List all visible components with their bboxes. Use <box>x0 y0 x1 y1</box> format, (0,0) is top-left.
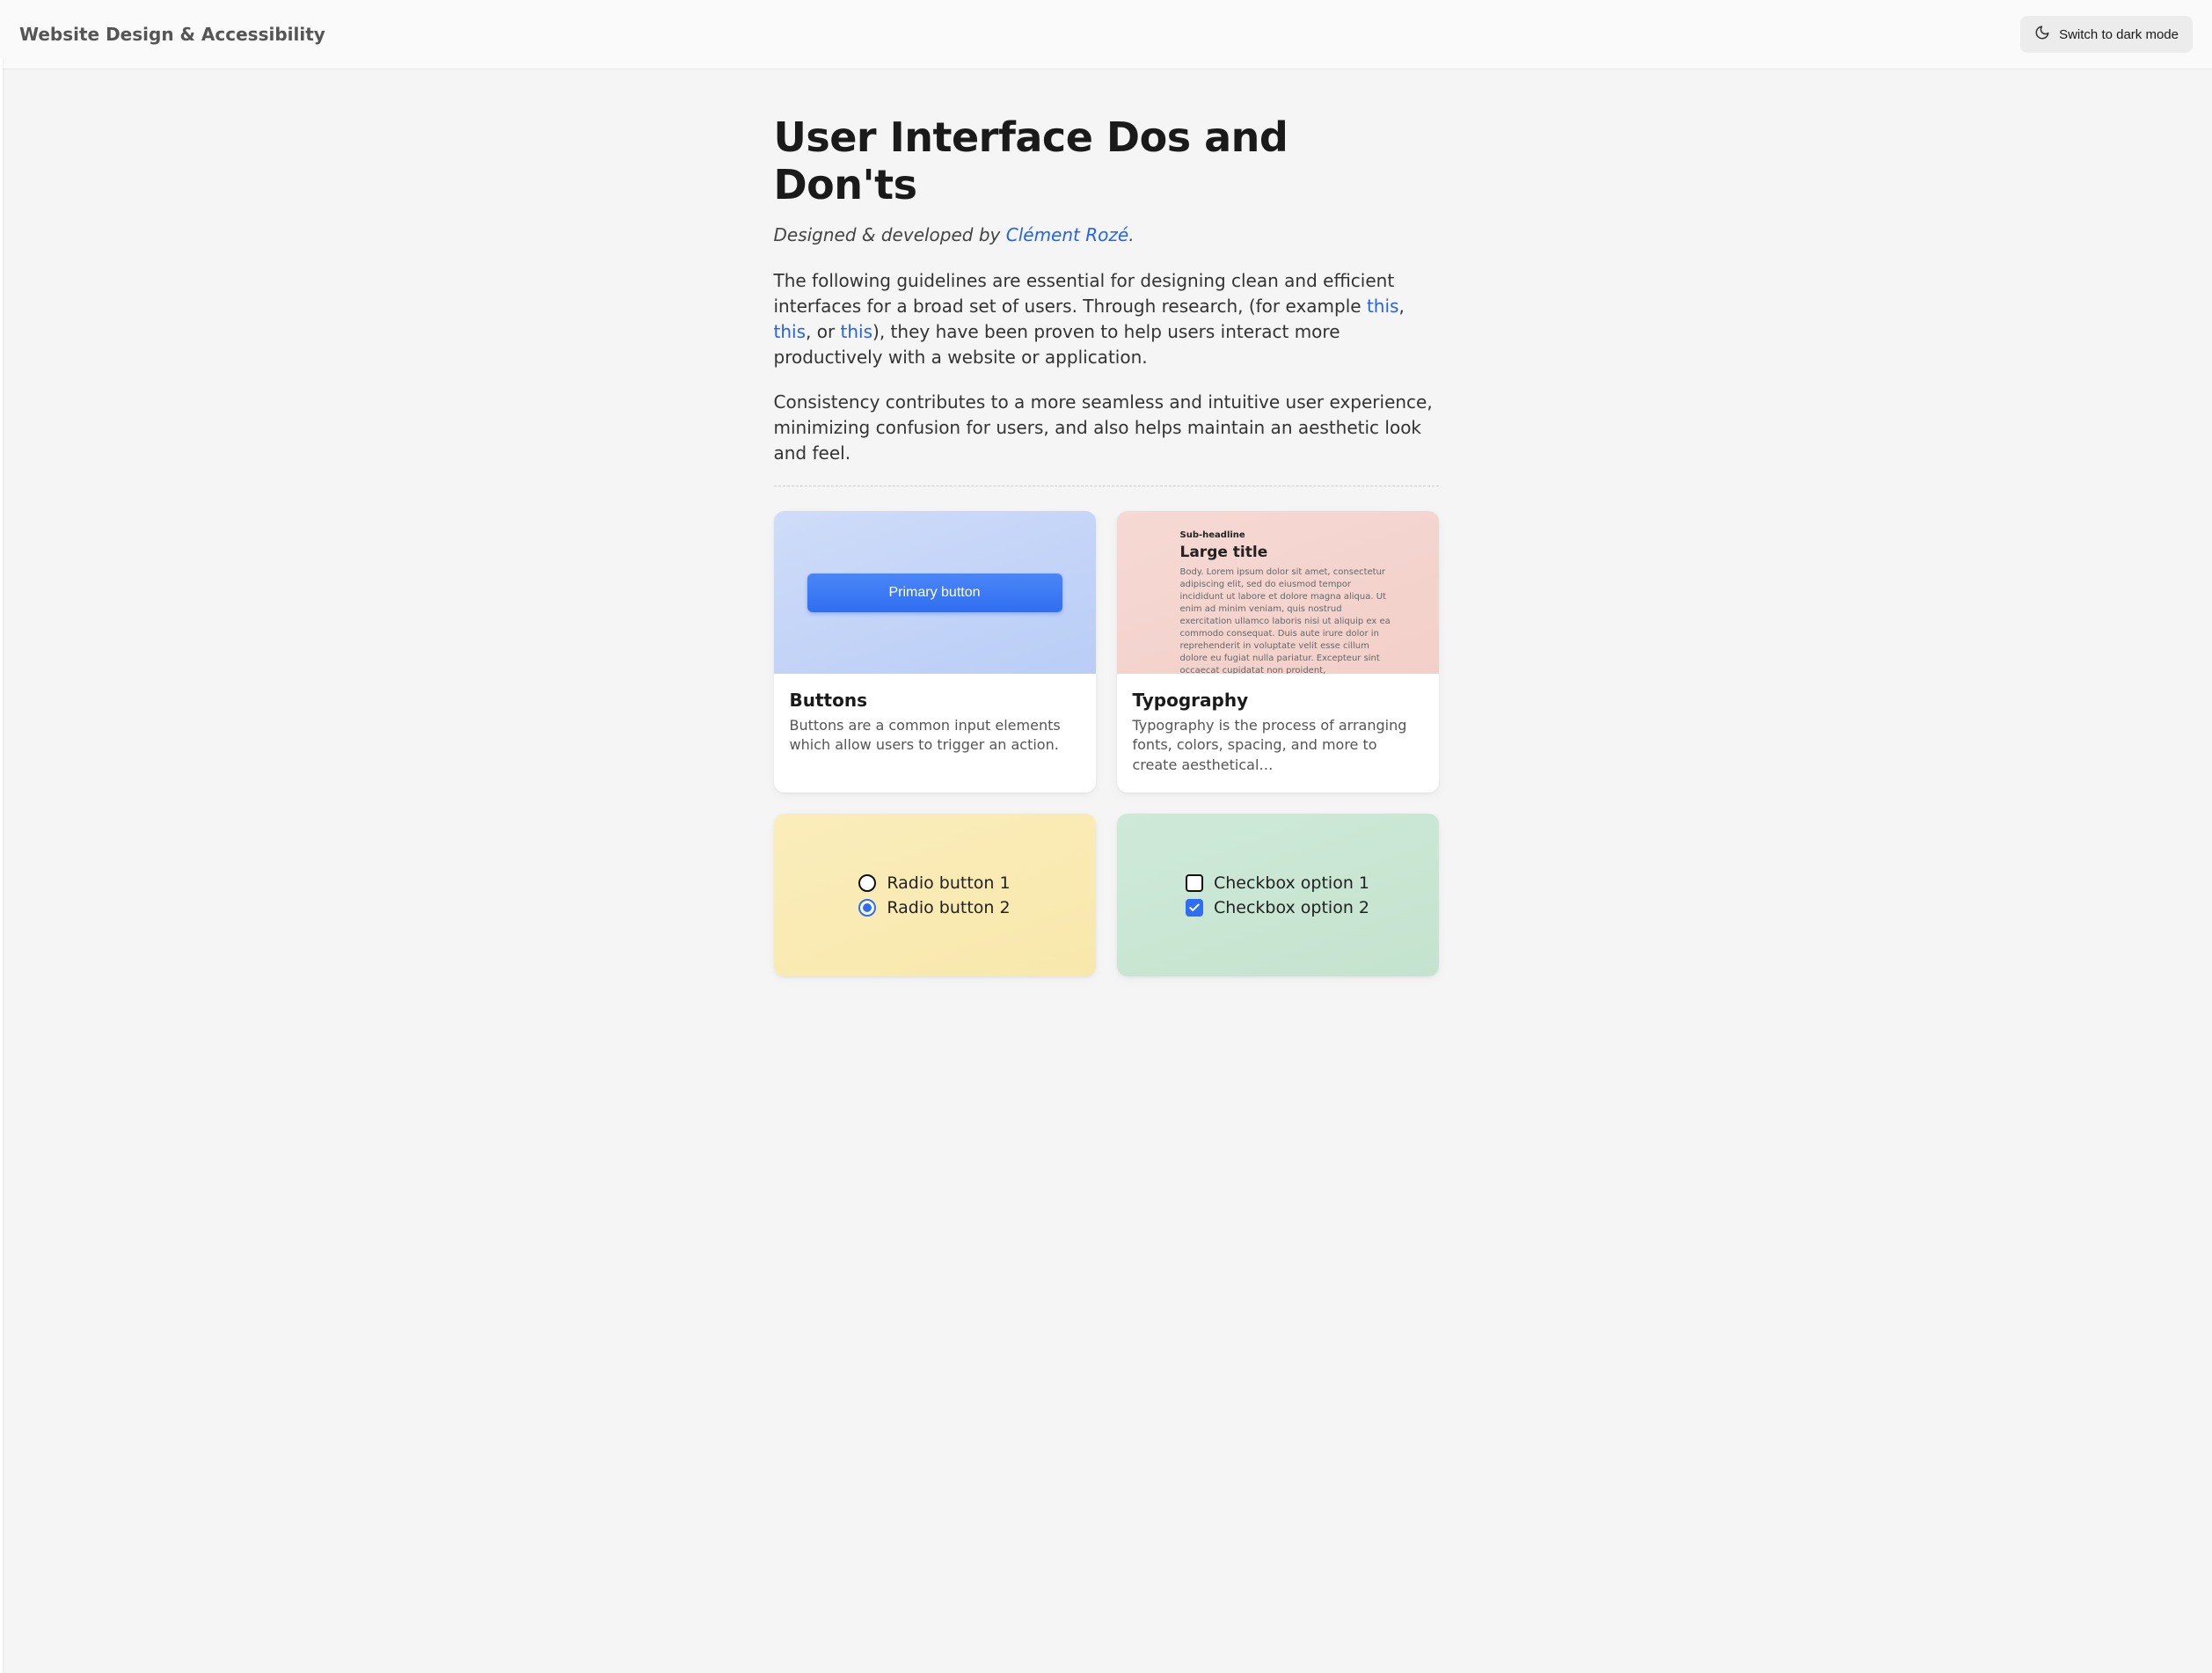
radio-label: Radio button 2 <box>887 898 1010 917</box>
site-title: Website Design & Accessibility <box>19 24 325 45</box>
intro-paragraph-2: Consistency contributes to a more seamle… <box>774 390 1439 466</box>
checkbox-label: Checkbox option 1 <box>1214 873 1369 893</box>
card-description: Buttons are a common input elements whic… <box>790 716 1080 756</box>
radio-option-2: Radio button 2 <box>858 898 1010 917</box>
checkbox-options: Checkbox option 1 Checkbox option 2 <box>1186 873 1369 917</box>
intro-paragraph-1: The following guidelines are essential f… <box>774 268 1439 370</box>
card-radio-buttons[interactable]: Radio button 1 Radio button 2 <box>774 814 1096 976</box>
card-typography[interactable]: Sub-headline Large title Body. Lorem ips… <box>1117 511 1439 793</box>
page-title: User Interface Dos and Don'ts <box>774 113 1439 208</box>
research-link-3[interactable]: this <box>841 321 873 342</box>
byline-prefix: Designed & developed by <box>774 224 1006 245</box>
checkbox-option-2: Checkbox option 2 <box>1186 898 1369 917</box>
intro-sep: , <box>1398 296 1404 317</box>
moon-icon <box>2034 25 2050 44</box>
research-link-2[interactable]: this <box>774 321 807 342</box>
intro-sep: , or <box>806 321 841 342</box>
research-link-1[interactable]: this <box>1367 296 1399 317</box>
typography-sample-subheadline: Sub-headline <box>1180 530 1391 540</box>
checkbox-unchecked-icon <box>1186 874 1203 892</box>
theme-toggle-label: Switch to dark mode <box>2059 27 2179 42</box>
intro-section: The following guidelines are essential f… <box>774 268 1439 466</box>
radio-label: Radio button 1 <box>887 873 1010 893</box>
radio-unchecked-icon <box>858 874 876 892</box>
radio-option-1: Radio button 1 <box>858 873 1010 893</box>
cards-grid: Primary button Buttons Buttons are a com… <box>774 511 1439 976</box>
left-edge-decoration <box>0 58 3 1673</box>
author-link[interactable]: Clément Rozé <box>1006 224 1128 245</box>
card-buttons-illustration: Primary button <box>774 511 1096 674</box>
main-content: User Interface Dos and Don'ts Designed &… <box>763 69 1449 1012</box>
card-radio-illustration: Radio button 1 Radio button 2 <box>774 814 1096 976</box>
sample-primary-button: Primary button <box>807 573 1062 612</box>
card-title: Typography <box>1133 690 1423 711</box>
card-description: Typography is the process of arranging f… <box>1133 716 1423 775</box>
card-buttons[interactable]: Primary button Buttons Buttons are a com… <box>774 511 1096 793</box>
byline: Designed & developed by Clément Rozé. <box>774 224 1439 245</box>
typography-sample: Sub-headline Large title Body. Lorem ips… <box>1180 530 1391 674</box>
card-checkboxes[interactable]: Checkbox option 1 Checkbox option 2 <box>1117 814 1439 976</box>
checkbox-label: Checkbox option 2 <box>1214 898 1369 917</box>
typography-sample-title: Large title <box>1180 544 1391 561</box>
card-body: Typography Typography is the process of … <box>1117 674 1439 793</box>
card-title: Buttons <box>790 690 1080 711</box>
byline-suffix: . <box>1128 224 1134 245</box>
top-bar: Website Design & Accessibility Switch to… <box>0 0 2212 69</box>
theme-toggle-button[interactable]: Switch to dark mode <box>2020 16 2193 53</box>
intro-text: The following guidelines are essential f… <box>774 270 1395 317</box>
card-checkbox-illustration: Checkbox option 1 Checkbox option 2 <box>1117 814 1439 976</box>
card-typography-illustration: Sub-headline Large title Body. Lorem ips… <box>1117 511 1439 674</box>
checkbox-option-1: Checkbox option 1 <box>1186 873 1369 893</box>
card-body: Buttons Buttons are a common input eleme… <box>774 674 1096 773</box>
typography-sample-body: Body. Lorem ipsum dolor sit amet, consec… <box>1180 566 1391 674</box>
radio-checked-icon <box>858 899 876 917</box>
checkbox-checked-icon <box>1186 899 1203 917</box>
radio-options: Radio button 1 Radio button 2 <box>858 873 1010 917</box>
